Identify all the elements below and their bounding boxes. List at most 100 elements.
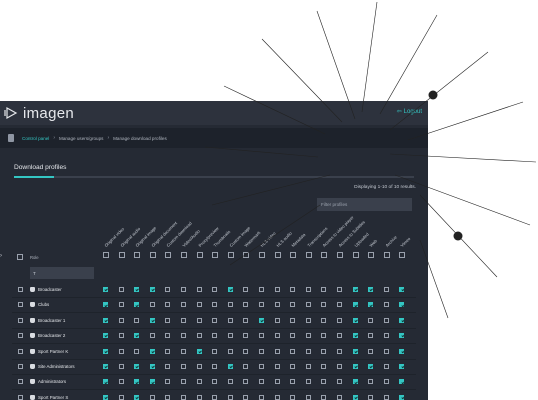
permission-checkbox[interactable]: [352, 302, 358, 308]
permission-checkbox[interactable]: [196, 364, 202, 369]
table-row[interactable]: Broadcaster: [12, 283, 416, 298]
permission-checkbox[interactable]: [212, 348, 218, 354]
filter-profiles-input[interactable]: [317, 198, 412, 211]
permission-checkbox[interactable]: [181, 348, 186, 354]
column-select-checkbox[interactable]: [165, 252, 172, 258]
permission-checkbox[interactable]: [305, 302, 311, 308]
row-checkbox[interactable]: [18, 394, 23, 400]
permission-checkbox[interactable]: [274, 287, 280, 292]
permission-checkbox[interactable]: [149, 317, 155, 323]
permission-checkbox[interactable]: [352, 394, 358, 400]
permission-checkbox[interactable]: [227, 302, 233, 308]
permission-checkbox[interactable]: [134, 333, 140, 339]
permission-checkbox[interactable]: [134, 317, 140, 323]
permission-checkbox[interactable]: [227, 394, 233, 400]
permission-checkbox[interactable]: [227, 317, 233, 323]
table-row[interactable]: Administrators: [12, 375, 416, 391]
breadcrumb-control-panel[interactable]: Control panel: [22, 136, 49, 141]
permission-checkbox[interactable]: [274, 317, 280, 323]
permission-checkbox[interactable]: [103, 364, 108, 369]
permission-checkbox[interactable]: [337, 287, 342, 292]
permission-checkbox[interactable]: [181, 394, 186, 400]
row-checkbox[interactable]: [18, 379, 23, 385]
permission-checkbox[interactable]: [212, 379, 218, 385]
permission-checkbox[interactable]: [212, 287, 218, 292]
permission-checkbox[interactable]: [259, 287, 264, 292]
row-checkbox[interactable]: [18, 317, 23, 323]
permission-checkbox[interactable]: [259, 333, 264, 339]
permission-checkbox[interactable]: [321, 364, 327, 369]
permission-checkbox[interactable]: [383, 287, 389, 292]
permission-checkbox[interactable]: [290, 302, 296, 308]
permission-checkbox[interactable]: [118, 333, 124, 339]
permission-checkbox[interactable]: [352, 287, 358, 292]
permission-checkbox[interactable]: [103, 302, 108, 308]
permission-checkbox[interactable]: [227, 348, 233, 354]
permission-checkbox[interactable]: [103, 287, 108, 292]
permission-checkbox[interactable]: [337, 333, 342, 339]
permission-checkbox[interactable]: [103, 317, 108, 323]
permission-checkbox[interactable]: [181, 317, 186, 323]
permission-checkbox[interactable]: [196, 302, 202, 308]
permission-checkbox[interactable]: [212, 302, 218, 308]
permission-checkbox[interactable]: [305, 379, 311, 385]
permission-checkbox[interactable]: [134, 394, 140, 400]
permission-checkbox[interactable]: [103, 348, 108, 354]
permission-checkbox[interactable]: [383, 379, 389, 385]
permission-checkbox[interactable]: [212, 364, 218, 369]
permission-checkbox[interactable]: [259, 379, 264, 385]
permission-checkbox[interactable]: [165, 287, 171, 292]
permission-checkbox[interactable]: [352, 317, 358, 323]
column-select-checkbox[interactable]: [274, 252, 281, 258]
permission-checkbox[interactable]: [134, 364, 140, 369]
permission-checkbox[interactable]: [149, 394, 155, 400]
permission-checkbox[interactable]: [165, 333, 171, 339]
permission-checkbox[interactable]: [227, 379, 233, 385]
permission-checkbox[interactable]: [118, 379, 124, 385]
permission-checkbox[interactable]: [290, 394, 296, 400]
permission-checkbox[interactable]: [290, 287, 296, 292]
permission-checkbox[interactable]: [149, 333, 155, 339]
permission-checkbox[interactable]: [368, 348, 374, 354]
column-select-checkbox[interactable]: [321, 252, 328, 258]
permission-checkbox[interactable]: [305, 364, 311, 369]
permission-checkbox[interactable]: [134, 287, 140, 292]
permission-checkbox[interactable]: [118, 317, 124, 323]
permission-checkbox[interactable]: [243, 379, 249, 385]
permission-checkbox[interactable]: [399, 379, 405, 385]
column-select-checkbox[interactable]: [352, 252, 359, 258]
permission-checkbox[interactable]: [274, 394, 280, 400]
permission-checkbox[interactable]: [321, 394, 327, 400]
permission-checkbox[interactable]: [259, 364, 264, 369]
permission-checkbox[interactable]: [259, 317, 264, 323]
column-select-checkbox[interactable]: [259, 252, 265, 258]
permission-checkbox[interactable]: [227, 364, 233, 369]
permission-checkbox[interactable]: [149, 348, 155, 354]
permission-checkbox[interactable]: [383, 333, 389, 339]
permission-checkbox[interactable]: [368, 364, 374, 369]
permission-checkbox[interactable]: [196, 333, 202, 339]
permission-checkbox[interactable]: [383, 317, 389, 323]
permission-checkbox[interactable]: [383, 302, 389, 308]
breadcrumb-manage-users[interactable]: Manage users/groups: [59, 136, 103, 141]
permission-checkbox[interactable]: [352, 364, 358, 369]
permission-checkbox[interactable]: [274, 364, 280, 369]
permission-checkbox[interactable]: [165, 379, 171, 385]
permission-checkbox[interactable]: [368, 394, 374, 400]
select-all-checkbox[interactable]: [17, 254, 23, 260]
column-select-checkbox[interactable]: [149, 252, 156, 258]
permission-checkbox[interactable]: [259, 394, 264, 400]
permission-checkbox[interactable]: [305, 287, 311, 292]
permission-checkbox[interactable]: [243, 394, 249, 400]
permission-checkbox[interactable]: [337, 348, 342, 354]
column-select-checkbox[interactable]: [212, 252, 219, 258]
column-select-checkbox[interactable]: [305, 252, 312, 258]
column-select-checkbox[interactable]: [181, 252, 187, 258]
row-checkbox[interactable]: [18, 302, 23, 308]
permission-checkbox[interactable]: [321, 302, 327, 308]
permission-checkbox[interactable]: [181, 364, 186, 369]
permission-checkbox[interactable]: [321, 379, 327, 385]
permission-checkbox[interactable]: [305, 333, 311, 339]
permission-checkbox[interactable]: [103, 333, 108, 339]
permission-checkbox[interactable]: [321, 317, 327, 323]
